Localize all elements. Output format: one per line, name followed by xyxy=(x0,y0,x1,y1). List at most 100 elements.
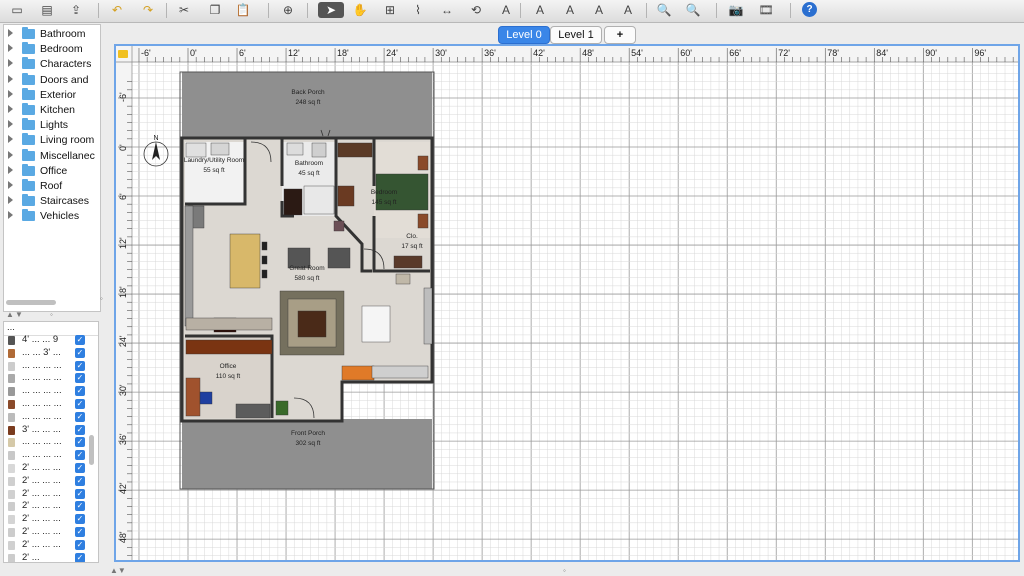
redo-icon[interactable]: ↷ xyxy=(139,2,157,18)
furniture-row[interactable]: 2' ... ... ... ✓ xyxy=(4,462,98,475)
office-desk[interactable] xyxy=(185,339,273,355)
closet-hamper[interactable] xyxy=(395,273,411,285)
visible-checkbox[interactable]: ✓ xyxy=(75,450,85,461)
catalog-category-item[interactable]: Bedroom xyxy=(4,42,100,57)
furniture-row[interactable]: ... ... ... ... ✓ xyxy=(4,372,98,385)
pan-hand-icon[interactable]: ✋ xyxy=(351,2,369,18)
catalog-category-item[interactable]: Characters xyxy=(4,57,100,72)
create-polyline-icon[interactable]: ⌇ xyxy=(409,2,427,18)
kitchen-island[interactable] xyxy=(229,233,261,289)
furniture-row[interactable]: ... ... ... ... ✓ xyxy=(4,449,98,462)
armchair-bedroom[interactable] xyxy=(337,185,355,207)
add-furniture-icon[interactable]: ⊕ xyxy=(279,2,297,18)
visible-checkbox[interactable]: ✓ xyxy=(75,475,85,486)
disclosure-triangle-icon[interactable] xyxy=(8,150,13,159)
text-italic-icon[interactable]: A xyxy=(561,2,579,18)
catalog-horizontal-scrollbar[interactable] xyxy=(6,300,56,305)
catalog-category-item[interactable]: Roof xyxy=(4,179,100,194)
disclosure-triangle-icon[interactable] xyxy=(8,135,13,144)
create-room-icon[interactable]: ⊞ xyxy=(381,2,399,18)
vertical-splitter-grip-icon[interactable]: ◦ xyxy=(100,294,103,303)
furniture-row[interactable]: ... ... ... ... ✓ xyxy=(4,398,98,411)
create-dimension-icon[interactable]: ↔ xyxy=(438,2,456,18)
column-header[interactable]: ... xyxy=(7,322,15,333)
stove[interactable] xyxy=(283,188,303,216)
furniture-row[interactable]: ... ... ... ... ✓ xyxy=(4,385,98,398)
zoom-in-icon[interactable]: 🔍 xyxy=(655,2,673,18)
disclosure-triangle-icon[interactable] xyxy=(8,120,13,129)
zoom-out-icon[interactable]: 🔍 xyxy=(684,2,702,18)
splitter-arrow-down-icon[interactable]: ▼ xyxy=(15,310,23,319)
disclosure-triangle-icon[interactable] xyxy=(8,44,13,53)
visible-checkbox[interactable]: ✓ xyxy=(75,373,85,384)
rotate-icon[interactable]: ⟲ xyxy=(467,2,485,18)
save-file-icon[interactable]: ⇪ xyxy=(67,2,85,18)
add-text-icon[interactable]: A xyxy=(497,2,515,18)
bottom-left-arrows-icon[interactable]: ▲▼ xyxy=(110,566,126,575)
visible-checkbox[interactable]: ✓ xyxy=(75,463,85,473)
office-cabinet[interactable] xyxy=(235,403,271,419)
visible-checkbox[interactable]: ✓ xyxy=(75,527,85,537)
help-icon[interactable]: ? xyxy=(802,2,817,17)
catalog-category-item[interactable]: Doors and xyxy=(4,72,100,88)
plant[interactable] xyxy=(275,400,289,416)
furniture-list[interactable]: ... 4' ... ... 9 ✓... ... 3' ... ✓... ... … xyxy=(3,321,99,563)
paste-icon[interactable]: 📋 xyxy=(234,2,252,18)
bar-stool[interactable] xyxy=(261,269,268,279)
visible-checkbox[interactable]: ✓ xyxy=(75,552,85,562)
new-file-icon[interactable]: ▭ xyxy=(8,2,26,18)
furniture-row[interactable]: 2' ... ... ... ✓ xyxy=(4,539,98,552)
toilet[interactable] xyxy=(311,142,327,158)
furniture-row[interactable]: 2' ... ... ... ✓ xyxy=(4,488,98,501)
bench[interactable] xyxy=(185,317,273,331)
furniture-row[interactable]: 2' ... ... ... ✓ xyxy=(4,526,98,539)
bottom-splitter-grip-icon[interactable]: ◦ xyxy=(563,566,566,575)
kitchen-counter[interactable] xyxy=(184,205,194,327)
furniture-row[interactable]: 2' ... ... ... ✓ xyxy=(4,513,98,526)
catalog-category-item[interactable]: Living room xyxy=(4,133,100,148)
visible-checkbox[interactable]: ✓ xyxy=(75,360,85,371)
catalog-category-item[interactable]: Bathroom xyxy=(4,27,100,42)
furniture-row[interactable]: 2' ... ... ... ✓ xyxy=(4,500,98,513)
furniture-row[interactable]: 2' ... ✓ xyxy=(4,552,98,562)
tab-level-0[interactable]: Level 0 xyxy=(498,26,550,44)
disclosure-triangle-icon[interactable] xyxy=(8,105,13,113)
visible-checkbox[interactable]: ✓ xyxy=(75,411,85,422)
nightstand[interactable] xyxy=(417,213,429,229)
splitter-grip-icon[interactable]: ◦ xyxy=(50,310,53,319)
disclosure-triangle-icon[interactable] xyxy=(8,29,13,37)
text-bold-icon[interactable]: A xyxy=(531,2,549,18)
copy-icon[interactable]: ❐ xyxy=(206,2,224,18)
create-photo-icon[interactable]: 📷 xyxy=(727,2,745,18)
porch-bench[interactable] xyxy=(371,365,429,379)
catalog-category-item[interactable]: Miscellanec xyxy=(4,148,100,164)
add-level-button[interactable]: + xyxy=(604,26,636,44)
bar-stool[interactable] xyxy=(261,255,268,265)
floor-plan-canvas[interactable]: -6' 0' 6' 12' 18' 24' 30' 36' 42' 48' 54' 60' 66' 72'… xyxy=(116,46,1018,560)
furniture-catalog-tree[interactable]: Bathroom Bedroom Characters Doors and Exteri… xyxy=(3,24,101,312)
ruler-corner-icon[interactable] xyxy=(118,50,128,58)
visible-checkbox[interactable]: ✓ xyxy=(75,539,85,550)
nightstand[interactable] xyxy=(417,155,429,171)
closet-shelf[interactable] xyxy=(393,255,423,269)
furniture-row[interactable]: 2' ... ... ... ✓ xyxy=(4,475,98,488)
visible-checkbox[interactable]: ✓ xyxy=(75,347,85,358)
sofa[interactable] xyxy=(423,287,433,345)
dresser[interactable] xyxy=(337,142,373,158)
bathtub[interactable] xyxy=(303,185,335,215)
catalog-category-item[interactable]: Lights xyxy=(4,118,100,133)
plan-view[interactable]: -6' 0' 6' 12' 18' 24' 30' 36' 42' 48' 54' 60' 66' 72'… xyxy=(114,44,1020,562)
laundry-sink[interactable] xyxy=(210,142,230,156)
disclosure-triangle-icon[interactable] xyxy=(8,165,13,174)
splitter-arrow-up-icon[interactable]: ▲ xyxy=(6,310,14,319)
visible-checkbox[interactable]: ✓ xyxy=(75,399,85,409)
office-chair[interactable] xyxy=(199,391,213,405)
select-arrow-icon[interactable]: ➤ xyxy=(318,2,344,18)
catalog-category-item[interactable]: Office xyxy=(4,163,100,179)
disclosure-triangle-icon[interactable] xyxy=(8,59,13,68)
disclosure-triangle-icon[interactable] xyxy=(8,181,13,189)
bar-stool[interactable] xyxy=(261,241,268,251)
dining-table[interactable] xyxy=(297,310,327,338)
cut-icon[interactable]: ✂ xyxy=(175,2,193,18)
catalog-category-item[interactable]: Exterior xyxy=(4,87,100,103)
